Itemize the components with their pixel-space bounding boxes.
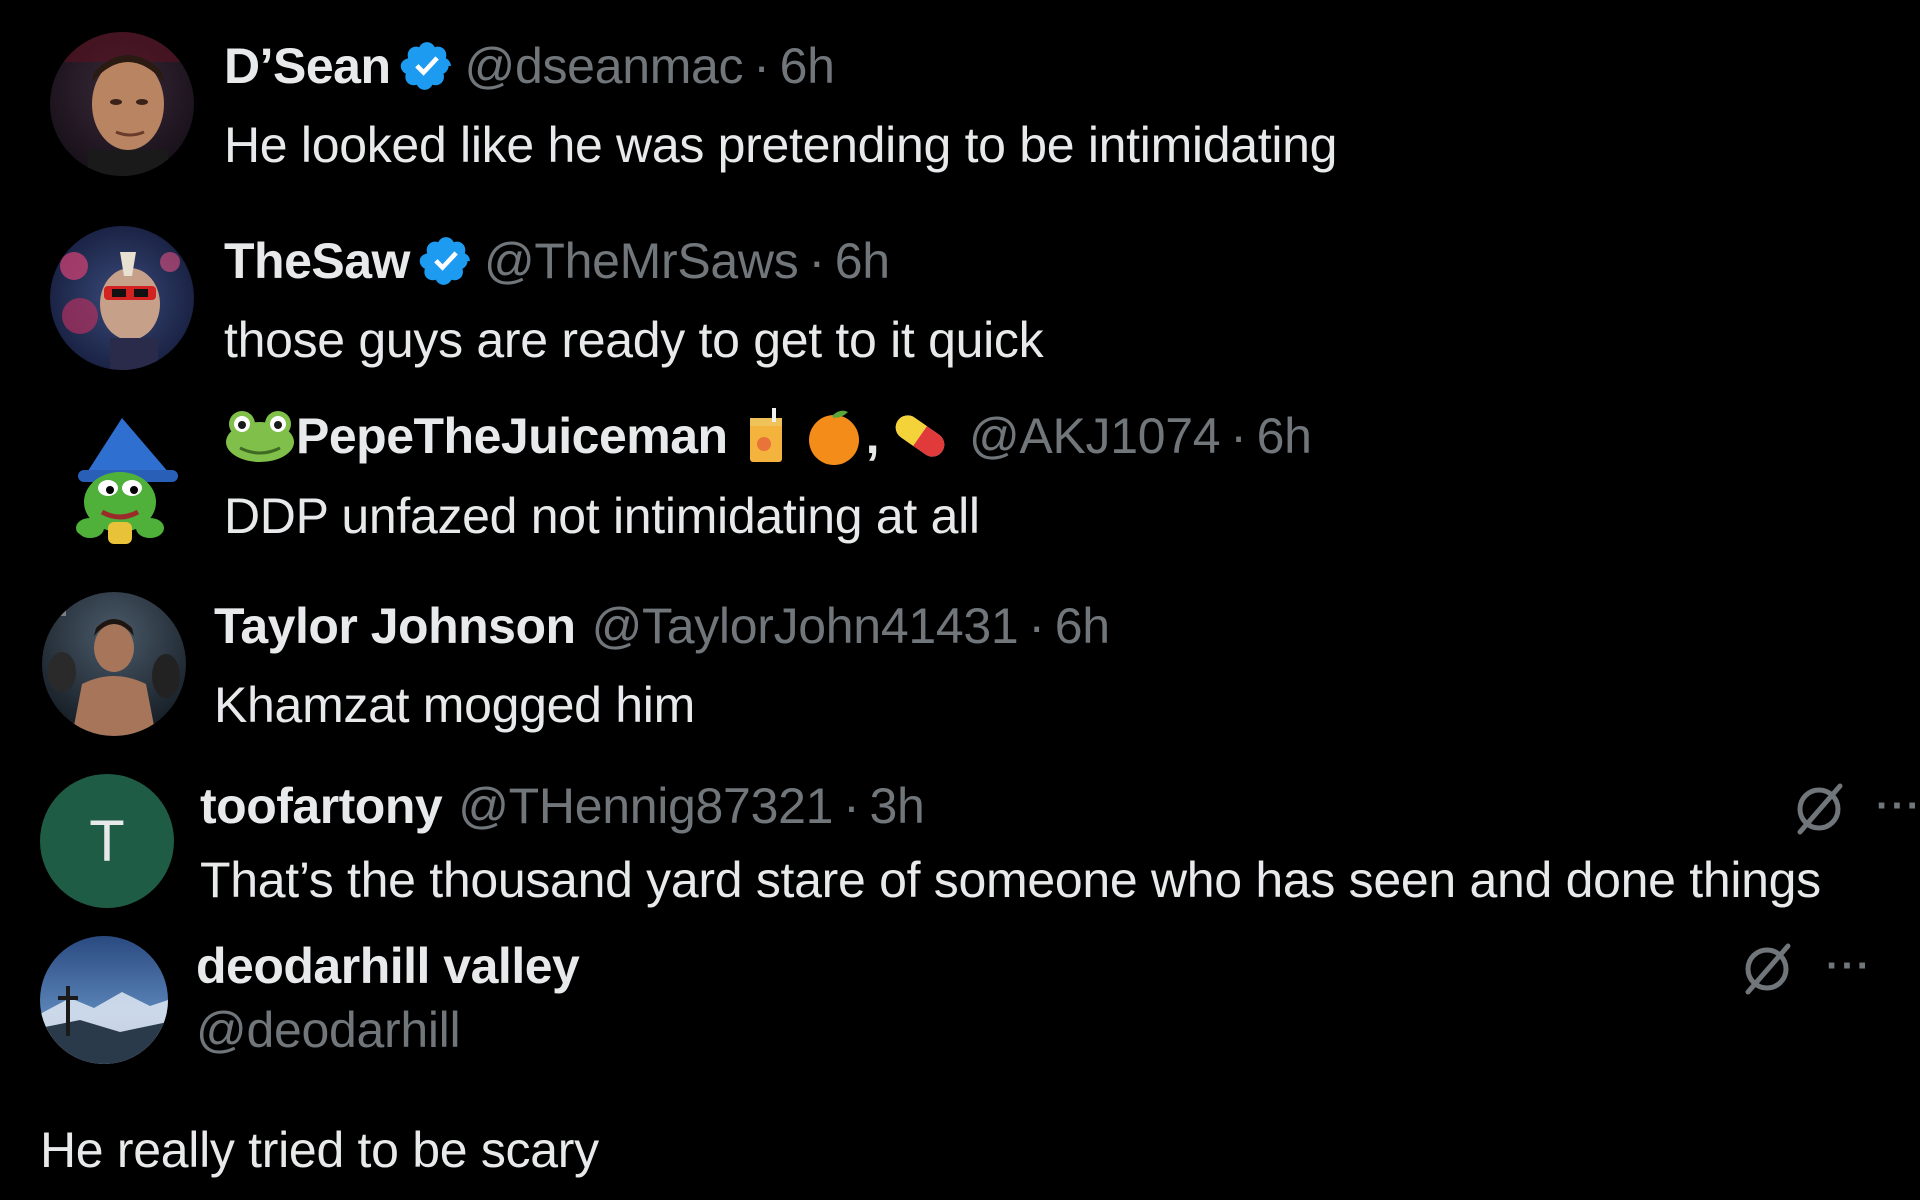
post-time[interactable]: 6h <box>1055 596 1110 656</box>
avatar-letter: T <box>89 808 125 874</box>
grok-icon[interactable] <box>1790 780 1848 838</box>
separator-dot: · <box>1230 408 1247 464</box>
user-avatar[interactable] <box>50 226 194 370</box>
reply-text: DDP unfazed not intimidating at all <box>224 488 980 544</box>
verified-badge-icon <box>400 42 451 90</box>
user-handle[interactable]: @dseanmac <box>465 36 744 96</box>
separator-dot: · <box>1028 598 1045 654</box>
post-time[interactable]: 6h <box>835 231 890 291</box>
user-handle[interactable]: @THennig87321 <box>458 776 833 836</box>
user-avatar[interactable] <box>50 32 194 176</box>
pill-emoji-icon <box>895 415 945 457</box>
separator-dot: · <box>753 38 770 94</box>
name-comma: , <box>865 408 880 464</box>
display-name[interactable]: PepeTheJuiceman <box>296 406 728 466</box>
user-handle[interactable]: @deodarhill <box>196 1000 461 1060</box>
user-handle[interactable]: @AKJ1074 <box>969 406 1221 466</box>
post-time[interactable]: 6h <box>1257 406 1312 466</box>
display-name[interactable]: D’Sean <box>224 36 391 96</box>
reply-text: Khamzat mogged him <box>214 677 695 733</box>
display-name[interactable]: TheSaw <box>224 231 410 291</box>
user-avatar[interactable]: T <box>40 774 174 908</box>
post-time[interactable]: 3h <box>869 776 924 836</box>
juice-box-emoji-icon <box>749 408 782 462</box>
grok-icon[interactable] <box>1738 940 1796 998</box>
display-name[interactable]: toofartony <box>200 776 443 836</box>
more-options-icon[interactable]: ··· <box>1876 786 1920 826</box>
separator-dot: · <box>808 233 825 289</box>
reply-text: That’s the thousand yard stare of someon… <box>200 852 1821 908</box>
reply-text: He looked like he was pretending to be i… <box>224 117 1338 173</box>
more-options-icon[interactable]: ··· <box>1826 946 1872 986</box>
user-avatar[interactable] <box>40 936 168 1064</box>
user-handle[interactable]: @TaylorJohn41431 <box>592 596 1019 656</box>
display-name[interactable]: Taylor Johnson <box>214 596 576 656</box>
reply-text: He really tried to be scary <box>40 1122 599 1178</box>
post-time[interactable]: 6h <box>780 36 835 96</box>
user-avatar[interactable] <box>50 404 194 548</box>
frog-emoji-icon <box>226 411 294 462</box>
user-avatar[interactable] <box>42 592 186 736</box>
reply-text: those guys are ready to get to it quick <box>224 312 1044 368</box>
separator-dot: · <box>843 778 860 834</box>
display-name[interactable]: deodarhill valley <box>196 936 580 996</box>
orange-emoji-icon <box>808 410 859 465</box>
verified-badge-icon <box>419 237 470 285</box>
user-handle[interactable]: @TheMrSaws <box>484 231 799 291</box>
